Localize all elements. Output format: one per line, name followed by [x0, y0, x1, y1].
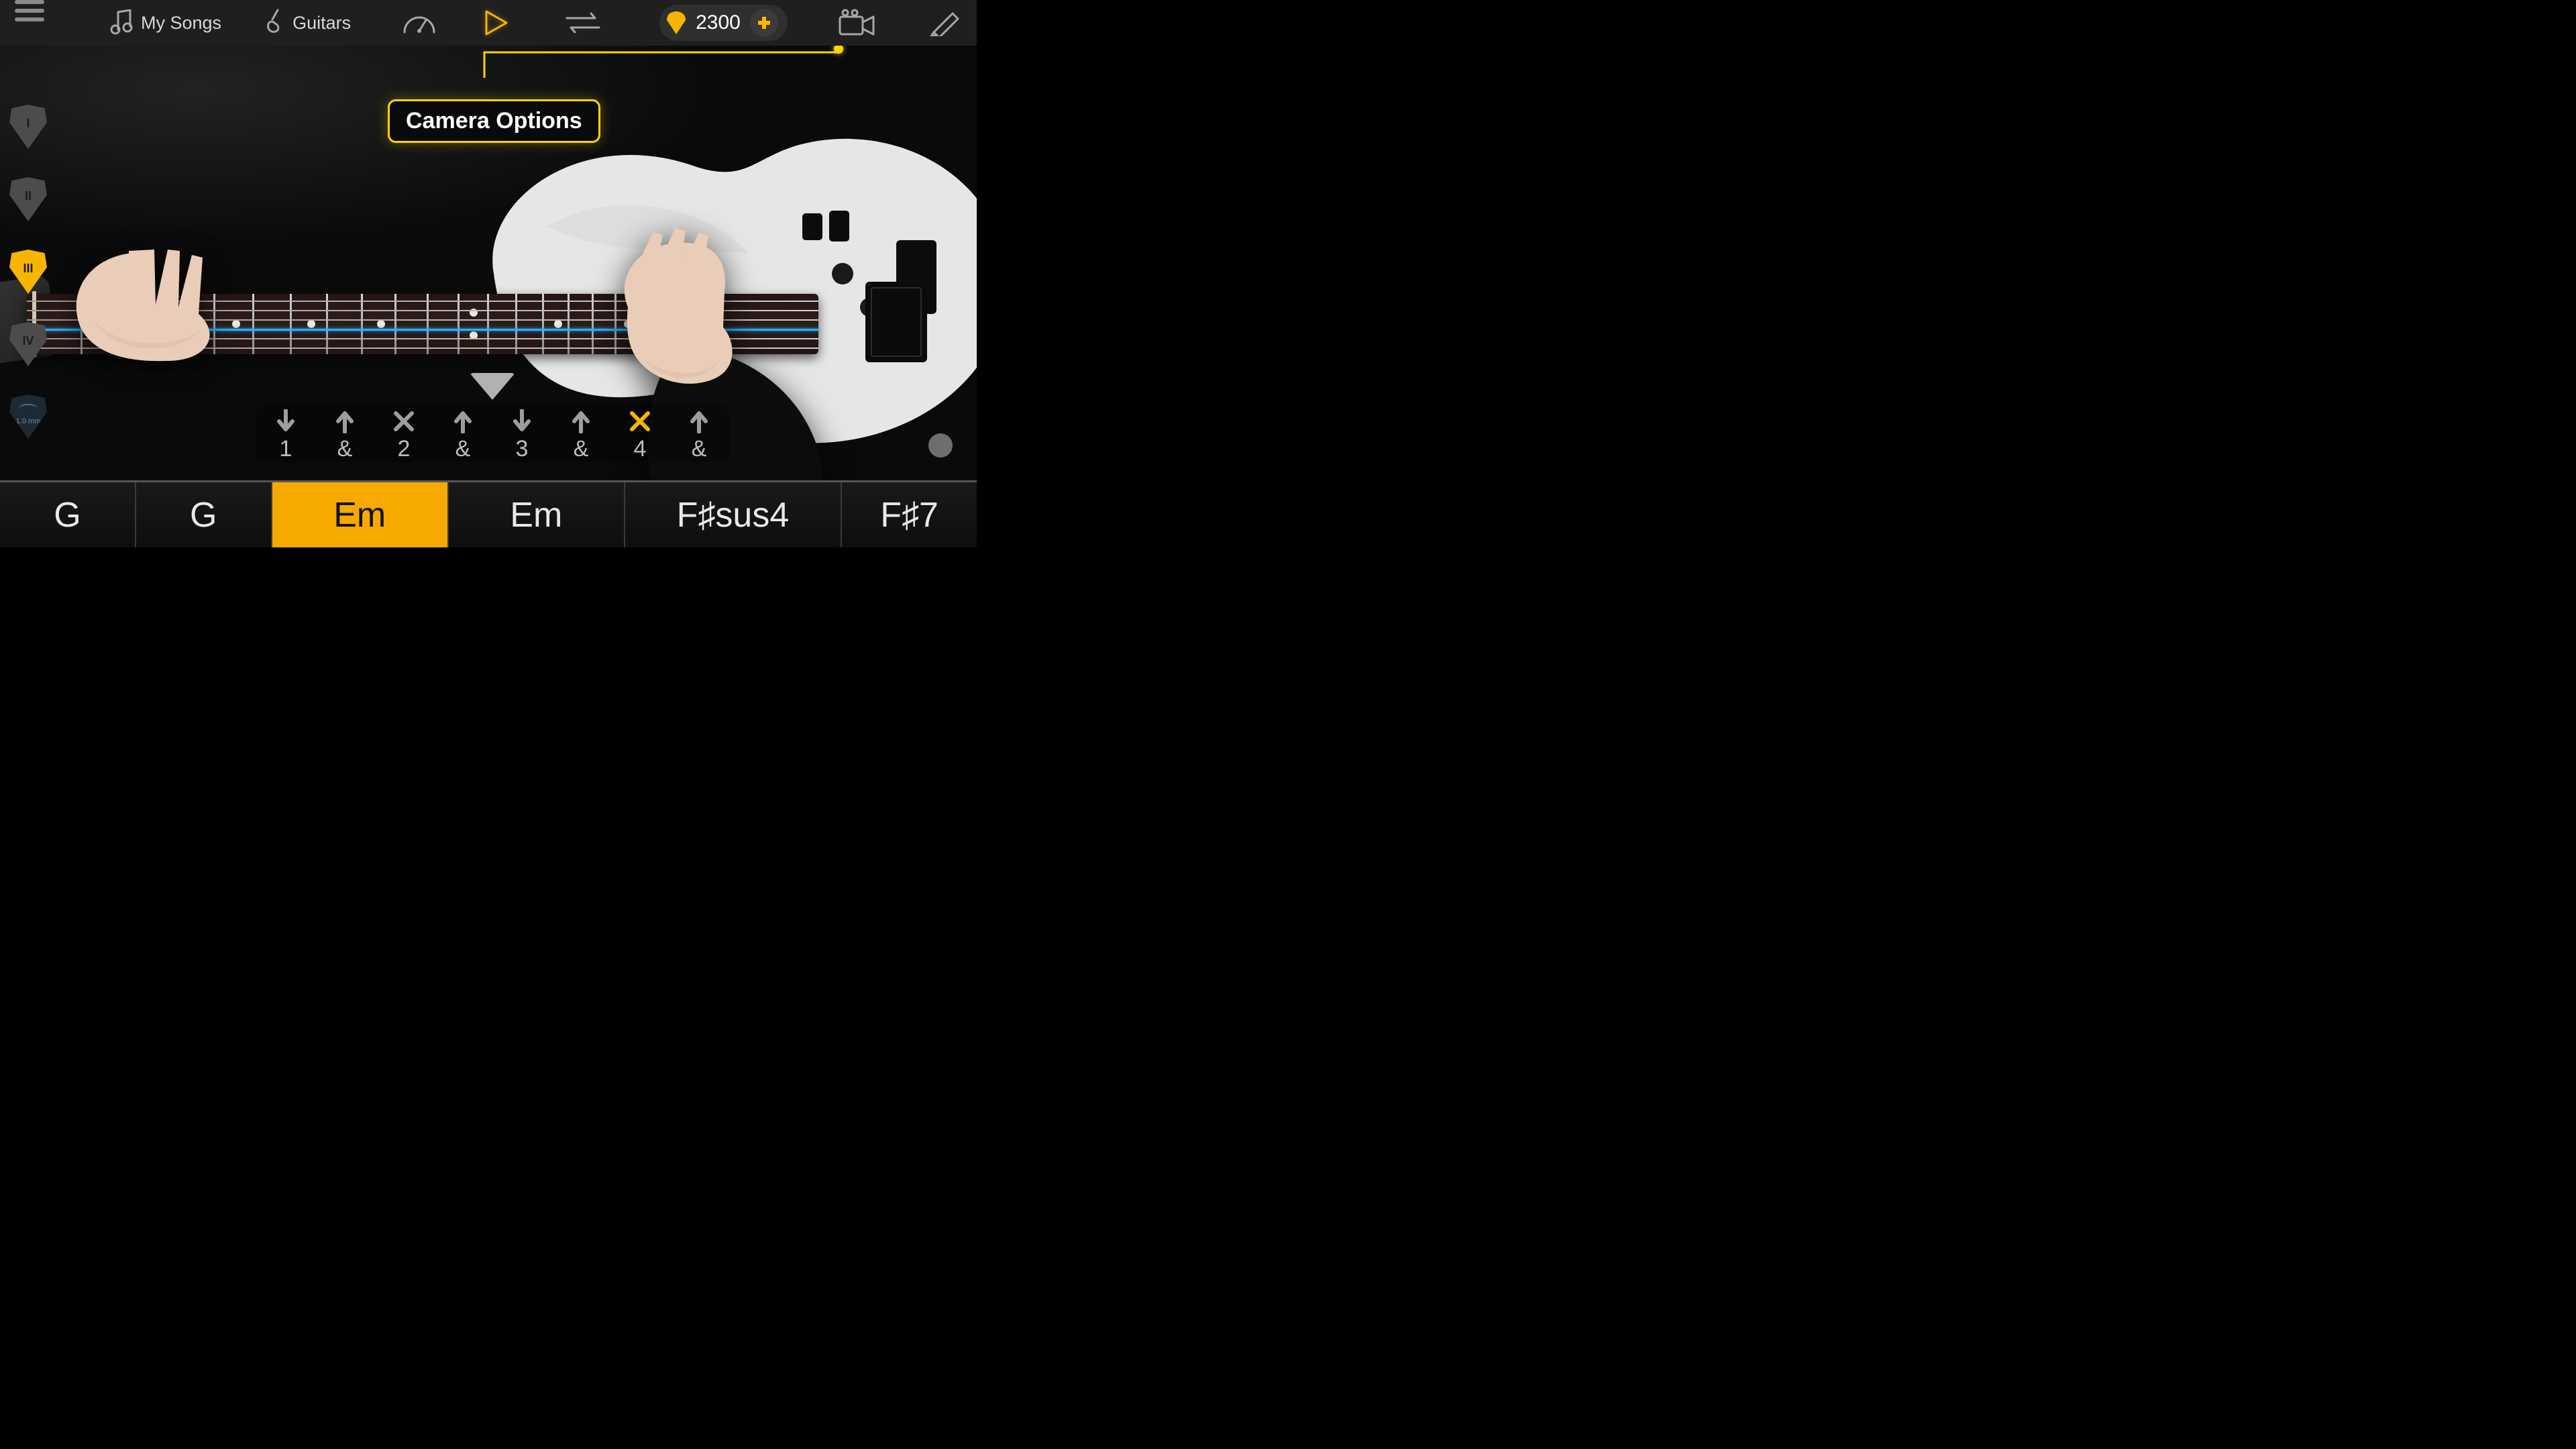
pick-4-label: IV	[22, 334, 34, 348]
play-icon	[484, 9, 509, 37]
chord-3[interactable]: Em	[272, 482, 449, 547]
pick-4[interactable]: IV	[9, 322, 47, 366]
chord-5[interactable]: F♯sus4	[625, 482, 842, 547]
guitars-button[interactable]: Guitars	[264, 0, 351, 46]
arrow-up-icon	[453, 409, 473, 433]
chord-6[interactable]: F♯7	[842, 482, 977, 547]
bridge-tailpiece	[865, 282, 927, 362]
chord-strip: G G Em Em F♯sus4 F♯7	[0, 480, 977, 547]
pick-thickness-label: 1.0 mm	[16, 417, 41, 425]
record-indicator[interactable]	[928, 433, 953, 458]
strum-step-6[interactable]: &	[566, 409, 596, 462]
tempo-button[interactable]	[402, 0, 437, 46]
chord-3-label: Em	[333, 495, 386, 535]
chord-4[interactable]: Em	[449, 482, 625, 547]
pick-2[interactable]: II	[9, 177, 47, 221]
loop-button[interactable]	[563, 0, 603, 46]
strum-beat-5: 3	[516, 436, 529, 462]
app-root: My Songs Guitars	[0, 0, 977, 547]
strum-beat-8: &	[692, 436, 707, 462]
pick-coin-icon	[666, 11, 686, 35]
strum-beat-6: &	[574, 436, 589, 462]
chord-6-label: F♯7	[880, 495, 938, 535]
my-songs-label: My Songs	[141, 13, 221, 34]
position-marker-icon	[470, 373, 515, 400]
chord-1[interactable]: G	[0, 482, 136, 547]
strum-pattern: 1 & 2 &	[255, 405, 730, 462]
guitar-scene: Camera Options	[0, 46, 977, 480]
coin-count: 2300	[696, 11, 741, 34]
chord-1-label: G	[54, 495, 80, 535]
speedometer-icon	[402, 9, 437, 36]
strum-step-8[interactable]: &	[684, 409, 714, 462]
menu-button[interactable]	[15, 0, 44, 46]
coin-balance[interactable]: 2300	[659, 5, 788, 41]
chord-2[interactable]: G	[136, 482, 272, 547]
pencil-icon	[930, 9, 961, 36]
pick-1[interactable]: I	[9, 105, 47, 149]
arrow-down-icon	[276, 409, 296, 433]
guitar-icon	[264, 9, 284, 37]
pick-1-label: I	[26, 117, 30, 131]
arrow-up-icon	[689, 409, 709, 433]
strum-beat-4: &	[455, 436, 471, 462]
my-songs-button[interactable]: My Songs	[110, 0, 221, 46]
arrow-up-icon	[571, 409, 591, 433]
strum-step-5[interactable]: 3	[507, 409, 537, 462]
arrow-up-icon	[335, 409, 355, 433]
plus-icon	[756, 15, 772, 31]
strum-step-3[interactable]: 2	[389, 409, 419, 462]
strum-step-1[interactable]: 1	[271, 409, 301, 462]
pick-selector: I II III IV 1.0 mm	[9, 105, 47, 439]
strum-beat-2: &	[337, 436, 353, 462]
mute-x-icon	[629, 409, 651, 433]
guitars-label: Guitars	[292, 13, 351, 34]
play-button[interactable]	[484, 0, 509, 46]
music-notes-icon	[110, 9, 133, 36]
camera-button[interactable]	[837, 0, 876, 46]
edit-button[interactable]	[930, 0, 961, 46]
loop-icon	[563, 10, 603, 36]
strum-beat-3: 2	[398, 436, 411, 462]
mute-x-icon	[392, 409, 415, 433]
chord-5-label: F♯sus4	[677, 495, 790, 535]
strum-step-7[interactable]: 4	[625, 409, 655, 462]
pick-3[interactable]: III	[9, 250, 47, 294]
arrow-down-icon	[512, 409, 532, 433]
chord-4-label: Em	[510, 495, 562, 535]
camera-icon	[837, 9, 876, 37]
add-coins-button[interactable]	[750, 9, 778, 37]
chord-2-label: G	[190, 495, 217, 535]
pick-2-label: II	[25, 189, 32, 203]
pick-3-label: III	[23, 262, 33, 276]
top-toolbar: My Songs Guitars	[0, 0, 977, 46]
strum-step-4[interactable]: &	[448, 409, 478, 462]
pick-thickness[interactable]: 1.0 mm	[9, 394, 47, 439]
strum-beat-7: 4	[634, 436, 647, 462]
strum-step-2[interactable]: &	[330, 409, 360, 462]
fretting-hand	[67, 220, 241, 368]
strum-beat-1: 1	[280, 436, 292, 462]
